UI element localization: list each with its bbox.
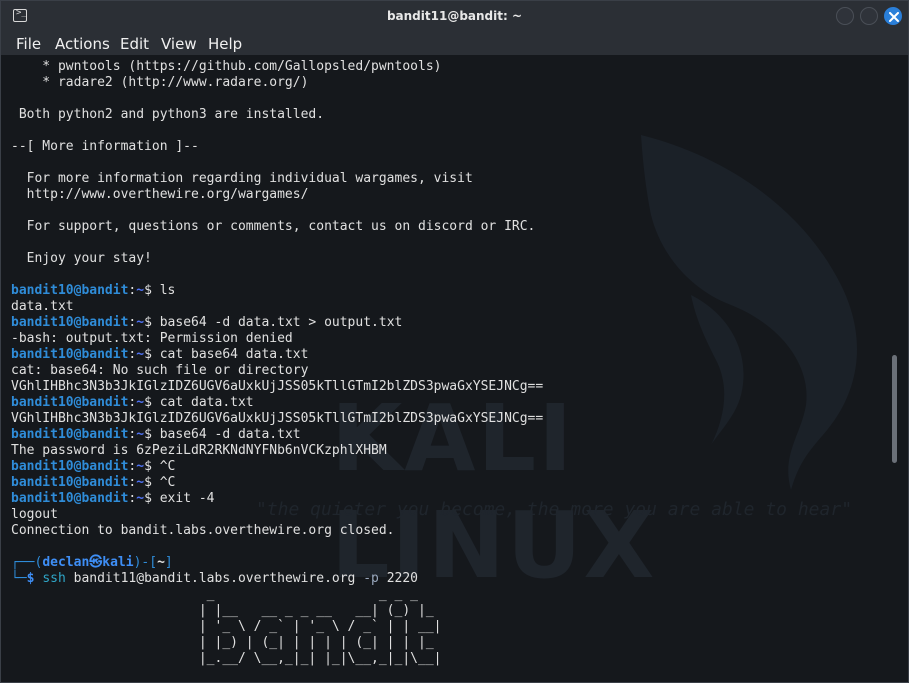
motd-line bbox=[11, 267, 543, 283]
prompt-user: bandit10@bandit bbox=[11, 283, 129, 298]
motd-line bbox=[11, 235, 543, 251]
prompt-dollar: $ bbox=[26, 571, 35, 586]
prompt-user: bandit10@bandit bbox=[11, 395, 129, 410]
kali-prompt-line: ┌──(declan㉿kali)-[~] bbox=[11, 555, 543, 571]
menu-actions[interactable]: Actions bbox=[55, 35, 110, 53]
output-line: VGhlIHBhc3N3b3JkIGlzIDZ6UGV6aUxkUjJSS05k… bbox=[11, 379, 544, 394]
ssh-flag: -p bbox=[363, 571, 379, 586]
motd-line: Both python2 and python3 are installed. bbox=[11, 107, 325, 122]
ascii-banner-line: |_.__/ \__,_|_| |_|\__,_|_|\__| bbox=[11, 651, 442, 666]
command-text: exit -4 bbox=[159, 491, 215, 506]
maximize-button[interactable] bbox=[860, 7, 878, 25]
prompt-user: bandit10@bandit bbox=[11, 475, 129, 490]
kali-command-line: └─$ ssh bandit11@bandit.labs.overthewire… bbox=[11, 571, 543, 587]
motd-line: For support, questions or comments, cont… bbox=[11, 219, 536, 234]
output-line: Connection to bandit.labs.overthewire.or… bbox=[11, 523, 395, 538]
command-text: base64 -d data.txt bbox=[159, 427, 301, 442]
ssh-command: ssh bbox=[42, 571, 66, 586]
ascii-banner-line: | |_) | (_| | | | | (_| | | |_ bbox=[11, 635, 442, 650]
menu-edit[interactable]: Edit bbox=[120, 35, 149, 53]
motd-line: * pwntools (https://github.com/Gallopsle… bbox=[11, 59, 442, 74]
terminal-output[interactable]: KALI LINUX "the quieter you become, the … bbox=[1, 55, 908, 682]
motd-line: Enjoy your stay! bbox=[11, 251, 152, 266]
motd-line bbox=[11, 203, 543, 219]
close-button[interactable] bbox=[884, 7, 902, 25]
prompt-line: bandit10@bandit:~$ exit -4 bbox=[11, 491, 215, 506]
command-text: ^C bbox=[159, 459, 176, 474]
output-line: data.txt bbox=[11, 299, 74, 314]
minimize-button[interactable] bbox=[836, 7, 854, 25]
scrollbar-thumb[interactable] bbox=[892, 355, 897, 463]
prompt-line: bandit10@bandit:~$ cat base64 data.txt bbox=[11, 347, 309, 362]
command-text: base64 -d data.txt > output.txt bbox=[159, 315, 403, 330]
terminal-lines: * pwntools (https://github.com/Gallopsle… bbox=[11, 59, 543, 667]
kali-dir: ~ bbox=[157, 555, 165, 570]
ascii-banner-line: _ _ _ _ bbox=[11, 587, 442, 602]
ssh-port: 2220 bbox=[378, 571, 419, 586]
motd-line: http://www.overthewire.org/wargames/ bbox=[11, 187, 309, 202]
command-text: ls bbox=[159, 283, 176, 298]
prompt-frame: ┌──( bbox=[11, 555, 43, 570]
ascii-banner-line: | '_ \ / _` | '_ \ / _` | | __| bbox=[11, 619, 442, 634]
terminal-window: >_ bandit11@bandit: ~ File Actions Edit … bbox=[0, 0, 909, 683]
title-bar[interactable]: >_ bandit11@bandit: ~ bbox=[1, 1, 908, 32]
menu-bar: File Actions Edit View Help bbox=[1, 32, 908, 56]
window-title: bandit11@bandit: ~ bbox=[386, 9, 523, 23]
close-icon bbox=[889, 12, 899, 22]
motd-line bbox=[11, 155, 543, 171]
motd-line bbox=[11, 91, 543, 107]
prompt-path: ~ bbox=[136, 459, 145, 474]
output-line: The password is 6zPeziLdR2RKNdNYFNb6nVCK… bbox=[11, 443, 387, 458]
output-line: cat: base64: No such file or directory bbox=[11, 363, 309, 378]
prompt-line: bandit10@bandit:~$ base64 -d data.txt bbox=[11, 427, 301, 442]
prompt-line: bandit10@bandit:~$ ls bbox=[11, 283, 176, 298]
prompt-frame: )-[ bbox=[133, 555, 158, 570]
command-text: cat base64 data.txt bbox=[159, 347, 309, 362]
menu-file[interactable]: File bbox=[16, 35, 41, 53]
command-text: cat data.txt bbox=[159, 395, 254, 410]
prompt-line: bandit10@bandit:~$ ^C bbox=[11, 459, 176, 474]
prompt-line: bandit10@bandit:~$ cat data.txt bbox=[11, 395, 254, 410]
ascii-banner-line: | |__ __ _ _ __ __| (_) |_ bbox=[11, 603, 442, 618]
prompt-path: ~ bbox=[136, 491, 145, 506]
prompt-user: bandit10@bandit bbox=[11, 427, 129, 442]
prompt-path: ~ bbox=[136, 427, 145, 442]
prompt-user: bandit10@bandit bbox=[11, 459, 129, 474]
kali-user: declan㉿kali bbox=[42, 555, 134, 570]
prompt-line: bandit10@bandit:~$ ^C bbox=[11, 475, 176, 490]
command-text: ^C bbox=[159, 475, 176, 490]
prompt-user: bandit10@bandit bbox=[11, 347, 129, 362]
prompt-path: ~ bbox=[136, 347, 145, 362]
motd-line bbox=[11, 123, 543, 139]
menu-view[interactable]: View bbox=[161, 35, 197, 53]
ssh-args: bandit11@bandit.labs.overthewire.org bbox=[65, 571, 364, 586]
prompt-user: bandit10@bandit bbox=[11, 491, 129, 506]
motd-line: --[ More information ]-- bbox=[11, 139, 199, 154]
output-line: -bash: output.txt: Permission denied bbox=[11, 331, 293, 346]
motd-line: * radare2 (http://www.radare.org/) bbox=[11, 75, 309, 90]
motd-line: For more information regarding individua… bbox=[11, 171, 473, 186]
prompt-path: ~ bbox=[136, 395, 145, 410]
prompt-frame: ] bbox=[164, 555, 173, 570]
prompt-frame: └─ bbox=[11, 571, 27, 586]
prompt-user: bandit10@bandit bbox=[11, 315, 129, 330]
menu-help[interactable]: Help bbox=[208, 35, 242, 53]
prompt-path: ~ bbox=[136, 475, 145, 490]
prompt-path: ~ bbox=[136, 283, 145, 298]
output-line: VGhlIHBhc3N3b3JkIGlzIDZ6UGV6aUxkUjJSS05k… bbox=[11, 411, 544, 426]
prompt-line: bandit10@bandit:~$ base64 -d data.txt > … bbox=[11, 315, 403, 330]
output-line: logout bbox=[11, 507, 58, 522]
prompt-path: ~ bbox=[136, 315, 145, 330]
